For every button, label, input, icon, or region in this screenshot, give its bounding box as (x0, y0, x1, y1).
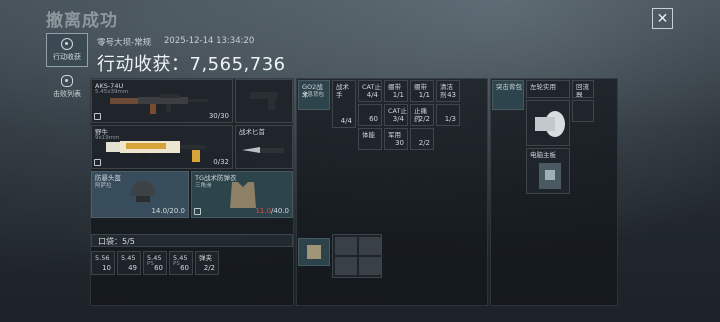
armor-sub: 三角洲 (195, 183, 212, 189)
rig-item[interactable]: 体能 (358, 128, 382, 150)
map-name: 零号大坝-常规 (97, 38, 152, 48)
nav-kills-tab[interactable]: 击败列表 (46, 70, 88, 104)
mod-icon (94, 113, 101, 120)
nav-kills-label: 击败列表 (53, 90, 81, 98)
misc-item[interactable] (359, 237, 381, 255)
backpack-sub: 全息背包 (302, 92, 325, 98)
nav-loot-tab[interactable]: 行动收获 (46, 33, 88, 67)
chip-icon (539, 163, 561, 189)
rig-item[interactable]: CAT止 4/4 (358, 80, 382, 102)
pouch-item[interactable]: 5.56 10 (91, 251, 115, 275)
bag-name: 突击背包 (496, 83, 522, 91)
rig-item[interactable]: 战术手 4/4 (332, 80, 356, 128)
pouch-item[interactable]: 5.45 49 (117, 251, 141, 275)
total-label: 行动收获： (97, 54, 190, 75)
datetime: 2025-12-14 13:34:20 (164, 36, 255, 46)
primary-weapon-slot[interactable]: AKS-74U 5.45x39mm 30/30 (91, 79, 233, 123)
rig-item[interactable]: 60 (358, 104, 382, 126)
rig-grid: CAT止 4/4 绷带 1/1 绷带 1/1 清洁剂 43 60 CAT止 3/4 止痛药 2/2 1/3… (358, 80, 462, 152)
rig-item[interactable]: 绷带 1/1 (384, 80, 408, 102)
smg-icon (106, 141, 206, 162)
skull-icon (61, 75, 73, 87)
armor-slot[interactable]: TG战术防弹衣 三角洲 11.0/40.0 (191, 171, 293, 218)
secondary-weapon-slot[interactable]: 野牛 9x19mm 0/32 (91, 125, 233, 169)
bag-item[interactable]: 回流器 (572, 80, 594, 98)
mainboard-item[interactable]: 电脑主板 (526, 148, 570, 194)
rig-item[interactable]: 2/2 (410, 128, 434, 150)
total-value: 7,565,736 (189, 54, 286, 75)
close-icon: ✕ (656, 10, 669, 27)
misc-cluster (332, 234, 382, 278)
nav-loot-label: 行动收获 (53, 53, 81, 61)
bag-slot[interactable]: 突击背包 (492, 80, 524, 110)
misc-item[interactable] (335, 257, 357, 275)
ammo-box-slot[interactable] (298, 238, 330, 266)
rig-item[interactable]: 1/3 (436, 104, 460, 126)
pouch-item[interactable]: 5.45 PS 60 (143, 251, 167, 275)
helmet-icon (131, 181, 155, 202)
box-icon (307, 245, 321, 259)
pouch-item[interactable]: 5.45 PS 60 (169, 251, 193, 275)
rig-item[interactable]: 止痛药 2/2 (410, 104, 434, 126)
cylinder-icon (535, 111, 565, 137)
page-title: 撤离成功 (46, 11, 118, 31)
rig-item[interactable]: 绷带 1/1 (410, 80, 434, 102)
helmet-slot[interactable]: 防暴头盔 阿萨拉 14.0/20.0 (91, 171, 189, 218)
helmet-durability: 14.0/20.0 (151, 207, 185, 215)
target-icon (61, 38, 73, 50)
rig-item[interactable]: 清洁剂 43 (436, 80, 460, 102)
pouch-item[interactable]: 弹夹 2/2 (195, 251, 219, 275)
pouch-label: 口袋：5/5 (98, 237, 135, 246)
helmet-sub: 阿萨拉 (95, 183, 112, 189)
melee-name: 战术匕首 (239, 128, 265, 136)
knife-icon (242, 147, 284, 153)
cylinder-item[interactable] (526, 100, 570, 146)
rifle-icon (110, 94, 208, 114)
pouch-row: 5.56 10 5.45 49 5.45 PS 60 5.45 PS 60 弹夹 2/2 (91, 251, 293, 275)
misc-item[interactable] (335, 237, 357, 255)
pouch-header: 口袋：5/5 (91, 234, 293, 247)
rig-item[interactable]: 军用 30 (384, 128, 408, 150)
small-item[interactable] (572, 100, 594, 122)
mod-icon (194, 208, 201, 215)
bag-item[interactable]: 左轮实用 (526, 80, 570, 98)
pistol-icon (250, 92, 278, 110)
backpack-slot[interactable]: GO2战术 全息背包 (298, 80, 330, 110)
melee-slot[interactable]: 战术匕首 (235, 125, 293, 169)
close-button[interactable]: ✕ (652, 8, 673, 29)
pistol-slot-empty[interactable] (235, 79, 293, 123)
mod-icon (94, 159, 101, 166)
rig-item[interactable]: CAT止 3/4 (384, 104, 408, 126)
armor-durability: 11.0/40.0 (255, 207, 289, 215)
secondary-count: 0/32 (213, 158, 229, 166)
primary-count: 30/30 (208, 112, 229, 120)
misc-item[interactable] (359, 257, 381, 275)
total-value-row: 行动收获：7,565,736 (97, 50, 286, 76)
